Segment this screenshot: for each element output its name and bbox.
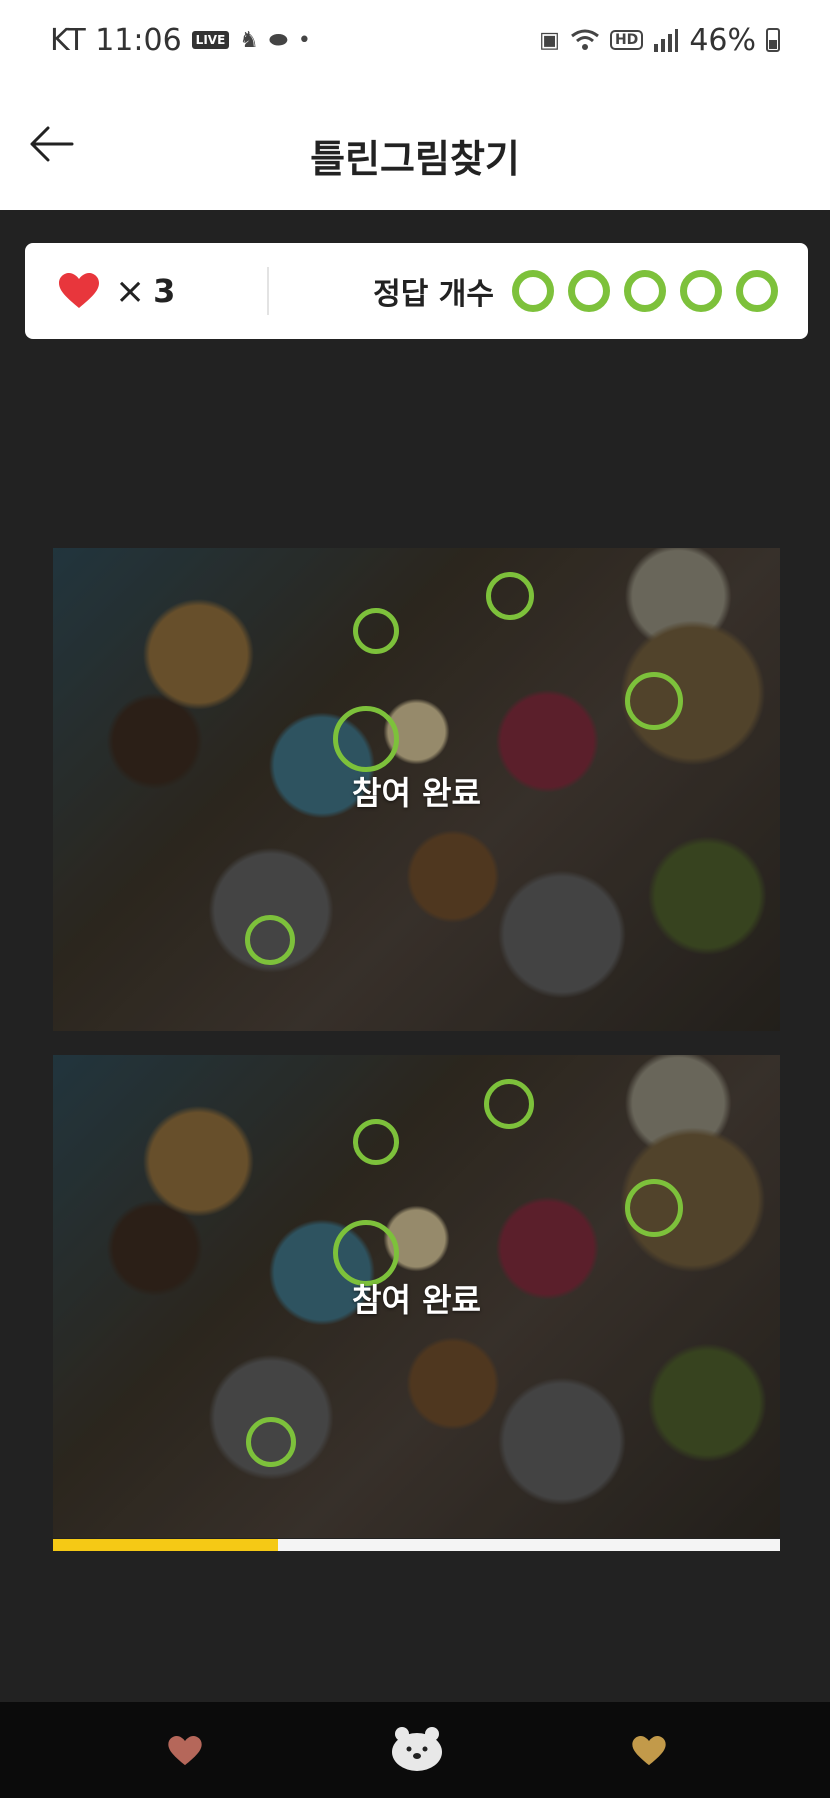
nav-heart-right-button[interactable] xyxy=(632,1736,666,1770)
heart-icon xyxy=(59,273,99,309)
notification-dot: • xyxy=(297,27,311,53)
found-difference-marker xyxy=(353,1119,399,1165)
pill-icon: ⬬ xyxy=(269,27,288,53)
answers-indicator: 정답 개수 xyxy=(269,269,808,313)
battery-icon xyxy=(766,28,780,52)
answers-label: 정답 개수 xyxy=(373,277,494,312)
answer-ring-icon xyxy=(736,270,778,312)
found-difference-marker xyxy=(333,706,399,772)
lives-indicator: × 3 xyxy=(25,243,267,339)
hd-icon: HD xyxy=(609,30,644,50)
person-icon: ♞ xyxy=(239,27,260,53)
times-icon: × xyxy=(115,270,146,312)
answer-ring-icon xyxy=(624,270,666,312)
bottom-navigation xyxy=(0,1702,830,1798)
found-difference-marker xyxy=(625,672,683,730)
altered-photo[interactable]: 참여 완료 xyxy=(53,1055,780,1538)
answer-ring-icon xyxy=(568,270,610,312)
found-difference-marker xyxy=(484,1079,534,1129)
carrier-time: KT 11:06 xyxy=(50,22,182,58)
status-right: ▣ HD 46% xyxy=(539,23,780,58)
original-photo[interactable]: 참여 완료 xyxy=(53,548,780,1031)
nav-heart-left-button[interactable] xyxy=(168,1736,202,1770)
answer-ring-icon xyxy=(512,270,554,312)
found-difference-marker xyxy=(246,1417,296,1467)
battery-saver-icon: ▣ xyxy=(539,27,560,53)
wifi-icon xyxy=(571,29,599,50)
signal-icon xyxy=(654,29,679,52)
found-difference-marker xyxy=(486,572,534,620)
battery-percent: 46% xyxy=(689,22,756,58)
heart-icon xyxy=(632,1736,666,1766)
time-progress-bar xyxy=(53,1539,780,1551)
completed-label: 참여 완료 xyxy=(352,774,481,812)
app-header: 틀린그림찾기 xyxy=(0,80,830,210)
page-title: 틀린그림찾기 xyxy=(310,137,520,181)
time-progress-fill xyxy=(53,1539,279,1551)
answer-ring-icon xyxy=(680,270,722,312)
completed-label: 참여 완료 xyxy=(352,1281,481,1319)
status-bar: KT 11:06 LIVE ♞ ⬬ • ▣ HD 46% xyxy=(0,0,830,80)
found-difference-marker xyxy=(245,915,295,965)
found-difference-marker xyxy=(625,1179,683,1237)
bear-icon xyxy=(392,1727,442,1771)
nav-home-button[interactable] xyxy=(390,1724,444,1776)
score-card: × 3 정답 개수 xyxy=(25,243,808,339)
status-left: KT 11:06 LIVE ♞ ⬬ • xyxy=(50,23,311,58)
live-icon: LIVE xyxy=(191,31,230,49)
lives-count: 3 xyxy=(153,272,176,310)
found-difference-marker xyxy=(353,608,399,654)
heart-icon xyxy=(168,1736,202,1766)
